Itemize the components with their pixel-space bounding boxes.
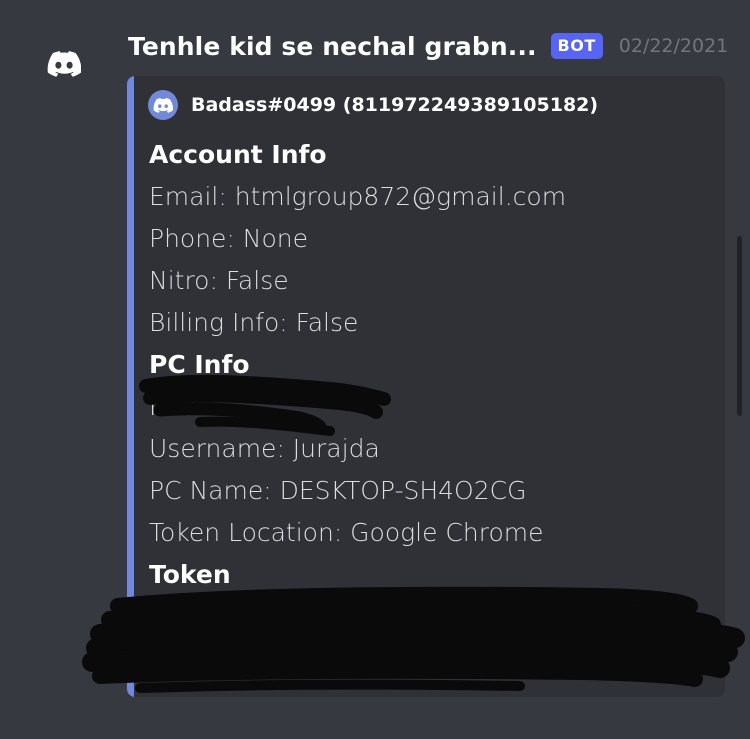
embed-author: Badass#0499 (811972249389105182) <box>148 90 598 120</box>
embed-author-name[interactable]: Badass#0499 (811972249389105182) <box>191 94 598 116</box>
billing-line: Billing Info: False <box>149 308 359 337</box>
message-header: Tenhle kid se nechal grabn... BOT 02/22/… <box>128 28 728 64</box>
message-timestamp: 02/22/2021 <box>618 35 729 57</box>
section-title-account-info: Account Info <box>149 140 327 169</box>
embed-author-avatar <box>148 90 178 120</box>
username-line: Username: Jurajda <box>149 434 380 463</box>
nitro-line: Nitro: False <box>149 266 289 295</box>
phone-line: Phone: None <box>149 224 309 253</box>
embed-description: Account Info Email: htmlgroup872@gmail.c… <box>149 134 715 596</box>
bot-avatar[interactable] <box>47 51 82 77</box>
section-title-pc-info: PC Info <box>149 350 250 379</box>
discord-logo-icon <box>153 97 173 113</box>
pc-name-line: PC Name: DESKTOP-SH4O2CG <box>149 476 527 505</box>
message-embed: Badass#0499 (811972249389105182) Account… <box>127 76 725 697</box>
embed-accent-bar <box>127 76 134 697</box>
bot-badge: BOT <box>550 33 603 59</box>
scrollbar-thumb[interactable] <box>737 236 742 416</box>
message-username[interactable]: Tenhle kid se nechal grabn... <box>128 32 537 61</box>
discord-logo-icon <box>47 51 82 77</box>
token-location-line: Token Location: Google Chrome <box>149 518 544 547</box>
redacted-line: I 18 <box>149 392 197 421</box>
section-title-token: Token <box>149 560 231 589</box>
email-line: Email: htmlgroup872@gmail.com <box>149 182 567 211</box>
